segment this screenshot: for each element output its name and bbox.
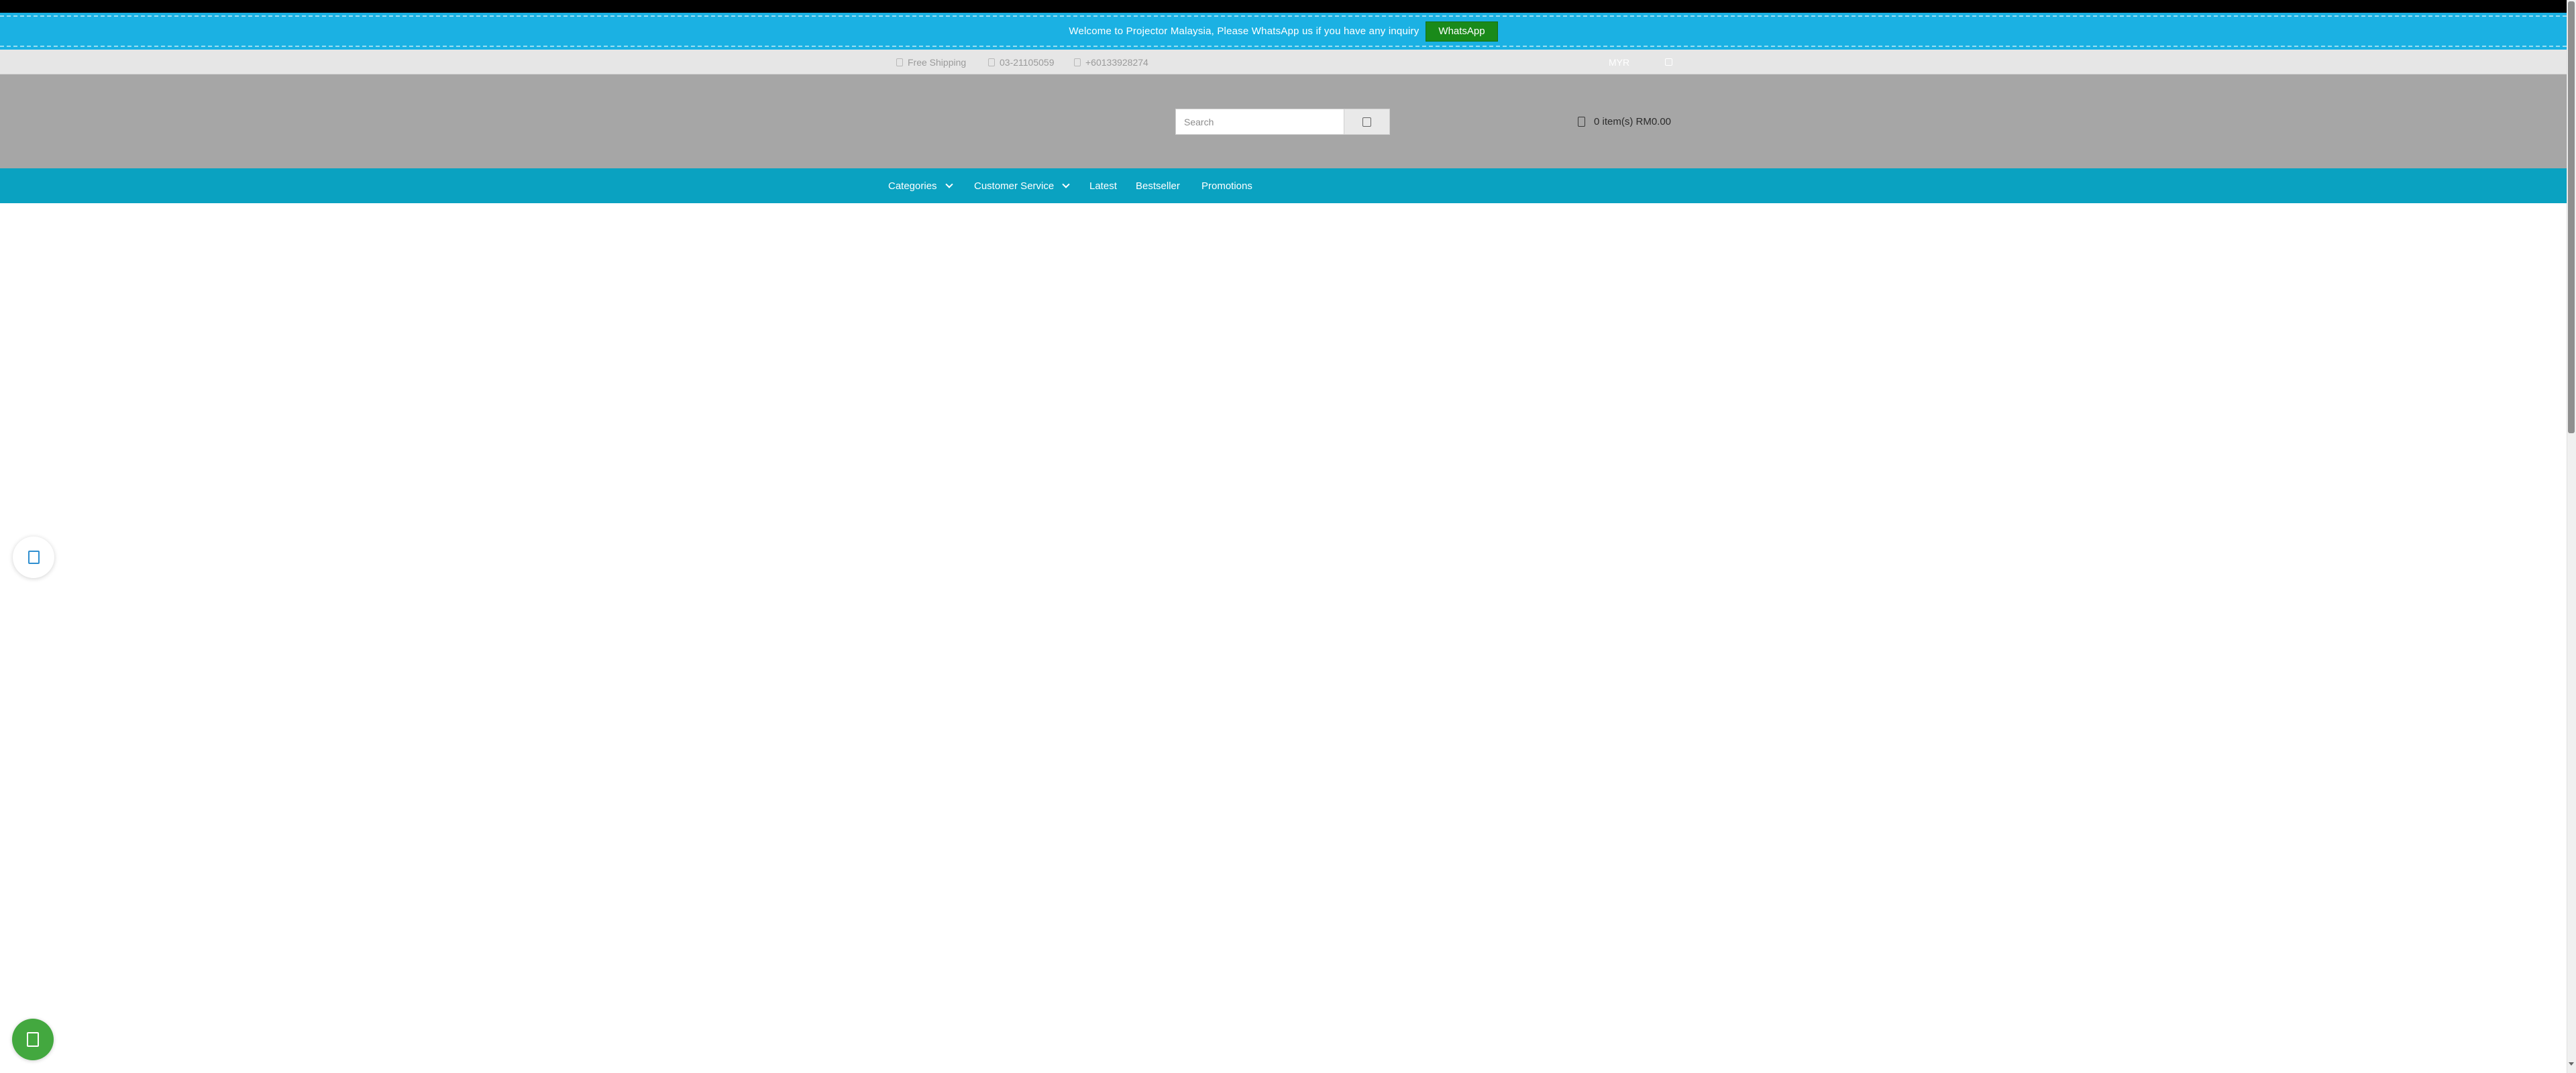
search-icon: [1362, 117, 1371, 127]
top-strip: [0, 0, 2567, 13]
scroll-down-arrow-icon[interactable]: [2569, 1062, 2574, 1066]
chevron-down-icon: [1062, 180, 1070, 188]
nav-latest[interactable]: Latest: [1089, 168, 1117, 203]
truck-icon: [896, 58, 903, 66]
whatsapp-button[interactable]: WhatsApp: [1426, 21, 1498, 42]
mobile-item[interactable]: +60133928274: [1074, 50, 1148, 74]
nav-bestseller[interactable]: Bestseller: [1136, 168, 1180, 203]
mobile-number[interactable]: +60133928274: [1085, 57, 1148, 68]
announcement-text: Welcome to Projector Malaysia, Please Wh…: [1069, 25, 1419, 37]
search-bar: [1175, 109, 1390, 135]
whatsapp-float-button[interactable]: [12, 1019, 54, 1060]
announcement-bar: Welcome to Projector Malaysia, Please Wh…: [0, 13, 2567, 50]
globe-icon[interactable]: [1665, 58, 1672, 66]
scrollbar-thumb[interactable]: [2568, 1, 2575, 433]
nav-categories-label: Categories: [888, 180, 937, 192]
nav-customer-service-label: Customer Service: [974, 180, 1055, 192]
chat-icon: [28, 551, 40, 564]
page: Welcome to Projector Malaysia, Please Wh…: [0, 0, 2576, 1073]
site-header: 0 item(s) RM0.00: [0, 74, 2567, 168]
whatsapp-icon: [1074, 58, 1081, 66]
currency-selector[interactable]: MYR: [1609, 50, 1629, 74]
search-button[interactable]: [1344, 109, 1390, 135]
phone-icon: [988, 58, 995, 66]
search-input[interactable]: [1175, 109, 1344, 135]
phone-number[interactable]: 03-21105059: [1000, 57, 1054, 68]
cart-button[interactable]: 0 item(s) RM0.00: [1578, 109, 1671, 135]
whatsapp-icon: [27, 1032, 39, 1047]
cart-label: 0 item(s) RM0.00: [1594, 116, 1672, 127]
nav-customer-service[interactable]: Customer Service: [974, 168, 1070, 203]
nav-promotions[interactable]: Promotions: [1201, 168, 1252, 203]
free-shipping-item: Free Shipping: [896, 50, 966, 74]
phone-item[interactable]: 03-21105059: [988, 50, 1054, 74]
chat-widget-button[interactable]: [13, 536, 54, 578]
cart-icon: [1578, 117, 1585, 127]
nav-categories[interactable]: Categories: [888, 168, 953, 203]
chevron-down-icon: [945, 180, 953, 188]
main-nav: Categories Customer Service Latest Bests…: [0, 168, 2567, 203]
free-shipping-label: Free Shipping: [908, 56, 967, 68]
info-bar: Free Shipping 03-21105059 +60133928274 M…: [0, 50, 2567, 74]
